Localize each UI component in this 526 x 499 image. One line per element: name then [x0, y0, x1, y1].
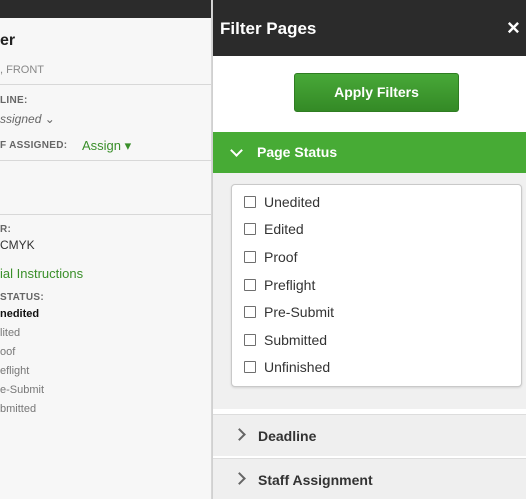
page-status-content: Unedited Edited Proof Preflight Pre-Subm…: [213, 173, 526, 409]
color-value: CMYK: [0, 238, 35, 252]
checkbox-label: Proof: [264, 249, 298, 265]
section-label: Staff Assignment: [258, 472, 373, 488]
status-item[interactable]: nedited: [0, 305, 44, 324]
section-page-status[interactable]: Page Status: [213, 132, 526, 173]
status-label: STATUS:: [0, 292, 44, 303]
checkbox-icon[interactable]: [244, 306, 256, 318]
drawer-header: Filter Pages ×: [213, 0, 526, 56]
checkbox-label: Pre-Submit: [264, 304, 335, 320]
page-details-panel: er , FRONT LINE: ssigned ⌄ F ASSIGNED: A…: [0, 0, 212, 499]
checkbox-proof[interactable]: Proof: [244, 247, 297, 267]
chevron-right-icon: [233, 472, 246, 485]
checkbox-unedited[interactable]: Unedited: [244, 192, 320, 212]
page-title-fragment: er: [0, 32, 16, 49]
checkbox-icon[interactable]: [244, 279, 256, 291]
status-list: nedited lited oof eflight e-Submit bmitt…: [0, 305, 44, 419]
checkbox-icon[interactable]: [244, 251, 256, 263]
deadline-dropdown[interactable]: ssigned ⌄: [0, 112, 55, 126]
close-icon[interactable]: ×: [507, 14, 526, 42]
section-staff-assignment[interactable]: Staff Assignment: [213, 458, 526, 499]
checkbox-submitted[interactable]: Submitted: [244, 330, 327, 350]
deadline-label: LINE:: [0, 95, 28, 106]
divider: [0, 160, 211, 161]
status-item[interactable]: e-Submit: [0, 381, 44, 400]
section-label: Page Status: [257, 144, 338, 160]
color-label: R:: [0, 224, 12, 235]
chevron-right-icon: [233, 428, 246, 441]
checkbox-pre-submit[interactable]: Pre-Submit: [244, 302, 334, 322]
checkbox-label: Preflight: [264, 277, 316, 293]
drawer-title: Filter Pages: [220, 19, 317, 38]
page-subtitle-fragment: , FRONT: [0, 64, 44, 76]
chevron-down-icon: [230, 144, 243, 157]
checkbox-icon[interactable]: [244, 223, 256, 235]
status-item[interactable]: bmitted: [0, 400, 44, 419]
divider: [0, 214, 211, 215]
staff-assigned-label: F ASSIGNED:: [0, 140, 68, 151]
apply-filters-button[interactable]: Apply Filters: [294, 73, 459, 112]
status-item[interactable]: lited: [0, 324, 44, 343]
checkbox-label: Submitted: [264, 332, 328, 348]
checkbox-label: Unfinished: [264, 359, 331, 375]
checkbox-unfinished[interactable]: Unfinished: [244, 357, 330, 377]
section-label: Deadline: [258, 428, 317, 444]
divider: [0, 84, 211, 85]
status-item[interactable]: oof: [0, 343, 44, 362]
section-deadline[interactable]: Deadline: [213, 414, 526, 456]
checkbox-icon[interactable]: [244, 196, 256, 208]
details-header-bar: [0, 0, 211, 18]
checkbox-preflight[interactable]: Preflight: [244, 275, 315, 295]
checkbox-icon[interactable]: [244, 361, 256, 373]
checkbox-icon[interactable]: [244, 334, 256, 346]
checkbox-label: Edited: [264, 221, 304, 237]
assign-dropdown[interactable]: Assign ▾: [82, 138, 131, 154]
checkbox-edited[interactable]: Edited: [244, 219, 304, 239]
status-checkbox-list: Unedited Edited Proof Preflight Pre-Subm…: [231, 184, 522, 387]
special-instructions-link[interactable]: ial Instructions: [0, 266, 83, 281]
filter-pages-drawer: Filter Pages × Apply Filters Page Status…: [212, 0, 526, 499]
status-item[interactable]: eflight: [0, 362, 44, 381]
checkbox-label: Unedited: [264, 194, 321, 210]
